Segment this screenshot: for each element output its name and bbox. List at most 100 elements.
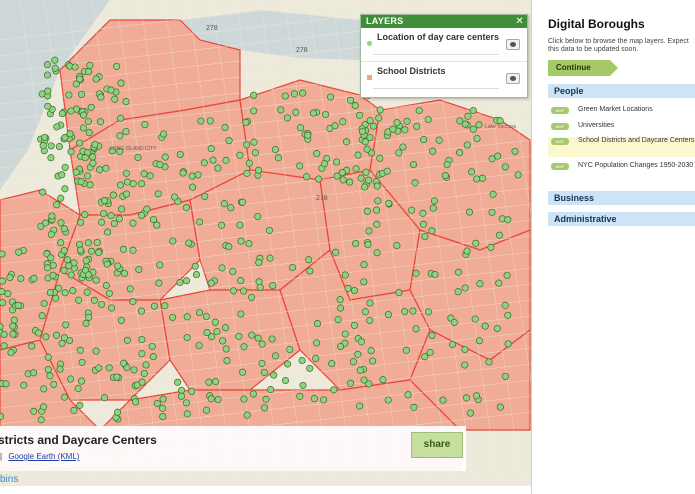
daycare-center-marker[interactable] bbox=[83, 288, 91, 296]
daycare-center-marker[interactable] bbox=[495, 231, 503, 239]
daycare-center-marker[interactable] bbox=[461, 361, 469, 369]
daycare-center-marker[interactable] bbox=[35, 329, 43, 337]
daycare-center-marker[interactable] bbox=[207, 395, 215, 403]
daycare-center-marker[interactable] bbox=[143, 205, 151, 213]
daycare-center-marker[interactable] bbox=[336, 304, 345, 312]
daycare-center-marker[interactable] bbox=[393, 241, 401, 250]
daycare-center-marker[interactable] bbox=[313, 150, 321, 158]
daycare-center-marker[interactable] bbox=[495, 279, 503, 287]
daycare-center-marker[interactable] bbox=[330, 386, 338, 394]
daycare-center-marker[interactable] bbox=[254, 334, 262, 342]
daycare-center-marker[interactable] bbox=[219, 337, 227, 345]
daycare-center-marker[interactable] bbox=[85, 68, 93, 76]
daycare-center-marker[interactable] bbox=[176, 278, 184, 287]
layer-row-daycare[interactable]: Location of day care centers bbox=[361, 28, 527, 62]
daycare-center-marker[interactable] bbox=[100, 197, 109, 205]
daycare-center-marker[interactable] bbox=[463, 247, 471, 255]
daycare-center-marker[interactable] bbox=[369, 357, 377, 365]
daycare-center-marker[interactable] bbox=[122, 98, 130, 106]
daycare-center-marker[interactable] bbox=[149, 215, 158, 224]
daycare-center-marker[interactable] bbox=[41, 133, 49, 141]
daycare-center-marker[interactable] bbox=[47, 254, 55, 262]
daycare-center-marker[interactable] bbox=[472, 239, 480, 247]
daycare-center-marker[interactable] bbox=[309, 109, 317, 117]
daycare-center-marker[interactable] bbox=[404, 391, 412, 399]
daycare-center-marker[interactable] bbox=[306, 364, 314, 372]
daycare-center-marker[interactable] bbox=[131, 398, 140, 406]
daycare-center-marker[interactable] bbox=[56, 365, 64, 373]
daycare-center-marker[interactable] bbox=[205, 378, 213, 386]
daycare-center-marker[interactable] bbox=[374, 197, 382, 205]
daycare-center-marker[interactable] bbox=[409, 307, 417, 315]
daycare-center-marker[interactable] bbox=[501, 163, 509, 171]
daycare-center-marker[interactable] bbox=[97, 93, 105, 101]
daycare-center-marker[interactable] bbox=[161, 153, 169, 161]
daycare-center-marker[interactable] bbox=[211, 318, 219, 326]
daycare-center-marker[interactable] bbox=[475, 121, 483, 129]
daycare-center-marker[interactable] bbox=[126, 285, 134, 293]
daycare-center-marker[interactable] bbox=[441, 172, 449, 180]
daycare-center-marker[interactable] bbox=[326, 93, 335, 101]
daycare-center-marker[interactable] bbox=[72, 168, 80, 176]
daycare-center-marker[interactable] bbox=[138, 180, 146, 188]
daycare-center-marker[interactable] bbox=[92, 276, 100, 284]
daycare-center-marker[interactable] bbox=[15, 248, 23, 256]
daycare-center-marker[interactable] bbox=[420, 136, 428, 144]
daycare-center-marker[interactable] bbox=[265, 226, 273, 234]
daycare-center-marker[interactable] bbox=[356, 111, 364, 119]
daycare-center-marker[interactable] bbox=[464, 112, 472, 120]
daycare-center-marker[interactable] bbox=[296, 124, 305, 132]
daycare-center-marker[interactable] bbox=[475, 337, 483, 345]
daycare-center-marker[interactable] bbox=[120, 359, 128, 367]
daycare-center-marker[interactable] bbox=[161, 302, 169, 310]
daycare-center-marker[interactable] bbox=[352, 165, 360, 173]
daycare-center-marker[interactable] bbox=[137, 211, 146, 219]
daycare-center-marker[interactable] bbox=[81, 154, 89, 162]
daycare-center-marker[interactable] bbox=[7, 348, 15, 357]
daycare-center-marker[interactable] bbox=[313, 320, 321, 328]
daycare-center-marker[interactable] bbox=[412, 269, 420, 277]
daycare-center-marker[interactable] bbox=[74, 384, 82, 393]
daycare-center-marker[interactable] bbox=[70, 406, 78, 414]
daycare-center-marker[interactable] bbox=[169, 313, 177, 321]
daycare-center-marker[interactable] bbox=[249, 390, 257, 398]
daycare-center-marker[interactable] bbox=[245, 159, 253, 167]
daycare-center-marker[interactable] bbox=[354, 350, 362, 358]
daycare-center-marker[interactable] bbox=[109, 191, 117, 199]
daycare-center-marker[interactable] bbox=[53, 123, 61, 131]
daycare-center-marker[interactable] bbox=[443, 160, 451, 169]
daycare-center-marker[interactable] bbox=[169, 237, 177, 245]
daycare-center-marker[interactable] bbox=[384, 311, 392, 319]
daycare-center-marker[interactable] bbox=[138, 350, 146, 358]
daycare-center-marker[interactable] bbox=[341, 330, 349, 338]
daycare-center-marker[interactable] bbox=[65, 91, 73, 99]
daycare-center-marker[interactable] bbox=[52, 331, 61, 339]
daycare-center-marker[interactable] bbox=[58, 339, 66, 347]
daycare-center-marker[interactable] bbox=[129, 246, 137, 254]
daycare-center-marker[interactable] bbox=[485, 358, 493, 366]
daycare-center-marker[interactable] bbox=[248, 293, 256, 301]
daycare-center-marker[interactable] bbox=[501, 372, 509, 380]
daycare-center-marker[interactable] bbox=[174, 378, 182, 386]
daycare-center-marker[interactable] bbox=[288, 263, 297, 272]
daycare-center-marker[interactable] bbox=[182, 399, 190, 407]
daycare-center-marker[interactable] bbox=[122, 190, 131, 198]
daycare-center-marker[interactable] bbox=[140, 170, 148, 178]
daycare-center-marker[interactable] bbox=[344, 284, 352, 292]
daycare-center-marker[interactable] bbox=[105, 364, 113, 372]
daycare-center-marker[interactable] bbox=[236, 151, 244, 159]
daycare-center-marker[interactable] bbox=[255, 166, 263, 174]
daycare-center-marker[interactable] bbox=[76, 75, 84, 83]
daycare-center-marker[interactable] bbox=[160, 130, 168, 138]
daycare-center-marker[interactable] bbox=[274, 154, 282, 162]
daycare-center-marker[interactable] bbox=[76, 246, 85, 254]
daycare-center-marker[interactable] bbox=[384, 396, 392, 404]
daycare-center-marker[interactable] bbox=[50, 380, 58, 388]
daycare-center-marker[interactable] bbox=[222, 345, 230, 353]
daycare-center-marker[interactable] bbox=[55, 143, 63, 151]
daycare-center-marker[interactable] bbox=[367, 347, 375, 355]
daycare-center-marker[interactable] bbox=[469, 125, 477, 133]
daycare-center-marker[interactable] bbox=[254, 212, 262, 221]
daycare-center-marker[interactable] bbox=[338, 169, 346, 177]
daycare-center-marker[interactable] bbox=[149, 353, 157, 361]
